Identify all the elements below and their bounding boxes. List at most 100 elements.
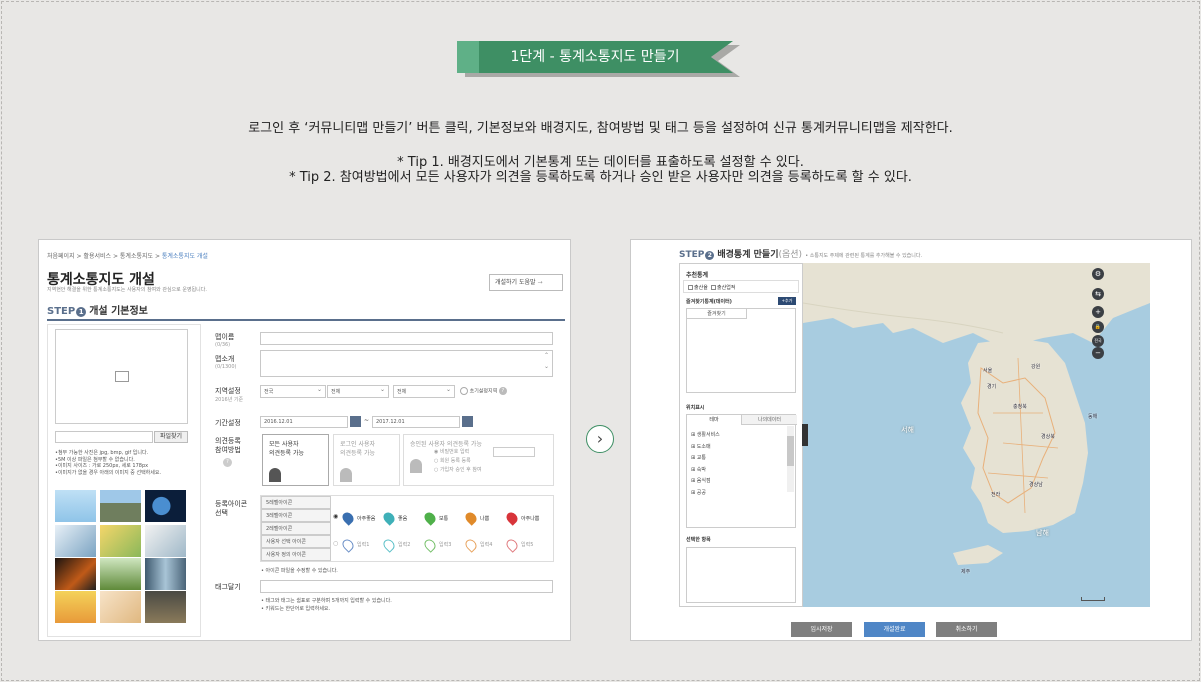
location-scrollbar[interactable] (787, 426, 794, 492)
breadcrumb-home[interactable]: 처음페이지 (47, 253, 75, 260)
user-icon (410, 459, 422, 473)
participation-label-2: 참여방법 (215, 446, 241, 454)
icon-row-2level[interactable]: 2레벨아이콘 (261, 522, 331, 535)
period-end-input[interactable]: 2017.12.01 (372, 416, 460, 428)
radio-icon[interactable]: ○ (333, 540, 338, 547)
step-title: 배경통계 만들기 (717, 250, 779, 260)
map-label-chungbuk: 충청북 (1013, 404, 1027, 410)
recommend-option-label: 출산업적 (717, 285, 736, 291)
tag-input[interactable] (260, 580, 553, 593)
radio-member[interactable]: ○ 회원 등록 등록 (434, 457, 482, 466)
cancel-button[interactable]: 취소하기 (936, 622, 997, 637)
location-item[interactable]: ⊞ 숙박 (691, 465, 720, 477)
thumbnail-city-icon[interactable] (55, 525, 96, 557)
icon-row-5level[interactable]: 5레벨아이콘 (261, 496, 331, 509)
sidebar-toggle-handle[interactable] (802, 424, 808, 446)
custom-name: 입력5 (521, 542, 534, 548)
location-item[interactable]: ⊞ 음식점 (691, 476, 720, 488)
region-year: 2016년 기준 (215, 397, 244, 403)
scroll-down-icon[interactable]: ⌄ (544, 363, 549, 370)
upload-note: •이미지가 없을 경우 아래의 이미지 중 선택하세요. (55, 469, 162, 476)
recommend-checkbox[interactable]: 출산율 (688, 285, 708, 291)
chevron-right-icon: › (586, 425, 614, 453)
thumbnail-people[interactable] (100, 591, 141, 623)
upload-notes: •첨부 가능한 사진은 jpg, bmp, gif 입니다. •5M 이상 파일… (55, 450, 161, 476)
icon-row-user-select[interactable]: 사용자 선택 아이콘 (261, 535, 331, 548)
location-item-label: 공공 (696, 489, 706, 496)
map-name-input[interactable] (260, 332, 553, 345)
participation-approved-users[interactable]: 승인된 사용자 의견등록 가능 ◉ 비밀번호 입력 ○ 회원 등록 등록 ○ 가… (403, 434, 554, 486)
favorite-list: 즐겨찾기 (686, 308, 796, 393)
background-map[interactable]: 서해 남해 동해 서울 강원 경상북 경상남 충청북 경기 전라 제주 ⚙ ⇆ … (803, 263, 1150, 607)
temp-save-button[interactable]: 임시저장 (791, 622, 852, 637)
zoom-in-icon[interactable]: + (1092, 306, 1104, 318)
location-item[interactable]: ⊞ 교통 (691, 453, 720, 465)
user-icon (340, 468, 352, 482)
file-find-button[interactable]: 파일찾기 (154, 431, 188, 443)
region-select-2[interactable]: 전체 (327, 385, 389, 398)
approval-options: ◉ 비밀번호 입력 ○ 회원 등록 등록 ○ 가입자 승인 후 참여 (434, 448, 482, 475)
option-desc: 의견등록 가능 (269, 450, 305, 457)
region-select-1[interactable]: 전국 (260, 385, 326, 398)
breadcrumb-map[interactable]: 통계소통지도 (120, 253, 153, 260)
participation-login-users[interactable]: 로그인 사용자 의견등록 가능 (333, 434, 400, 486)
icon-row-3level[interactable]: 3레벨아이콘 (261, 509, 331, 522)
region-select-3[interactable]: 전체 (393, 385, 455, 398)
breadcrumb-service[interactable]: 활용서비스 (83, 253, 111, 260)
map-intro-textarea[interactable]: ⌃ ⌄ (260, 350, 553, 377)
add-favorite-button[interactable]: +추가 (778, 297, 796, 305)
stats-sidebar: 추천통계 출산율 출산업적 즐겨찾기통계(데이터) +추가 즐겨찾기 위치표시 … (679, 263, 803, 607)
password-input[interactable] (493, 447, 535, 457)
location-item-label: 생활서비스 (696, 432, 720, 438)
thumbnail-cartoon[interactable] (100, 525, 141, 557)
calendar-icon[interactable] (462, 416, 473, 427)
recommend-label: 추천통계 (686, 272, 709, 279)
calendar-icon[interactable] (350, 416, 361, 427)
radio-selected-icon[interactable]: ◉ (333, 513, 338, 520)
basic-info-screenshot: 처음페이지 > 활용서비스 > 통계소통지도 > 통계소통지도 개설 통계소통지… (38, 239, 571, 641)
scroll-thumb[interactable] (787, 436, 794, 466)
lock-icon[interactable]: 🔒 (1092, 321, 1104, 333)
zoom-out-icon[interactable]: − (1092, 347, 1104, 359)
help-icon[interactable]: ? (223, 458, 232, 467)
help-button[interactable]: 개설하기 도움말 → (489, 274, 563, 291)
help-icon[interactable]: ? (498, 387, 507, 395)
tag-note: • 태그와 태그는 쉼표로 구분하며 5개까지 입력할 수 있습니다. (261, 598, 392, 604)
thumbnail-houses[interactable] (55, 591, 96, 623)
tab-favorite[interactable]: 즐겨찾기 (687, 309, 747, 319)
map-label-gyeongbuk: 경상북 (1041, 434, 1055, 440)
thumbnail-road[interactable] (100, 490, 141, 522)
thumbnail-sky[interactable] (55, 490, 96, 522)
map-scale-bar (1081, 597, 1105, 601)
file-path-input[interactable] (55, 431, 153, 443)
location-item[interactable]: ⊞ 공공 (691, 488, 720, 500)
map-label-east-sea: 동해 (1088, 414, 1098, 420)
gear-icon[interactable]: ⚙ (1092, 268, 1104, 280)
thumbnail-night-road[interactable] (55, 558, 96, 590)
scroll-up-icon[interactable]: ⌃ (544, 352, 549, 359)
thumbnail-globe[interactable] (145, 490, 186, 522)
thumbnail-buildings[interactable] (145, 558, 186, 590)
thumbnail-stairs[interactable] (145, 591, 186, 623)
swap-icon[interactable]: ⇆ (1092, 288, 1104, 300)
map-intro-label: 맵소개 (215, 355, 235, 363)
icon-row-user-custom[interactable]: 사용자 정의 아이콘 (261, 548, 331, 561)
tab-theme[interactable]: 테마 (687, 415, 742, 425)
thumbnail-cctv[interactable] (145, 525, 186, 557)
radio-password[interactable]: ◉ 비밀번호 입력 (434, 448, 482, 457)
step-title: 개설 기본정보 (89, 306, 148, 317)
arrow-right-icon: → (537, 279, 543, 286)
background-stats-screenshot: STEP 2 배경통계 만들기(옵션) • 소통지도 주제에 관련된 통계를 추가해… (630, 239, 1192, 641)
create-button[interactable]: 개설완료 (864, 622, 925, 637)
location-item[interactable]: ⊞ 도소매 (691, 442, 720, 454)
location-item[interactable]: ⊞ 생활서비스 (691, 430, 720, 442)
thumbnail-farm[interactable] (100, 558, 141, 590)
radio-approval[interactable]: ○ 가입자 승인 후 참여 (434, 466, 482, 475)
nationwide-button[interactable]: 전국 (1092, 335, 1104, 347)
participation-all-users[interactable]: 모든 사용자 의견등록 가능 (262, 434, 329, 486)
period-start-input[interactable]: 2016.12.01 (260, 416, 348, 428)
region-reset[interactable]: 초기설정지역 ? (460, 387, 507, 395)
tab-my-data[interactable]: 나의데이터 (742, 415, 797, 425)
recommend-checkbox[interactable]: 출산업적 (711, 285, 735, 291)
custom-name: 입력3 (439, 542, 452, 548)
